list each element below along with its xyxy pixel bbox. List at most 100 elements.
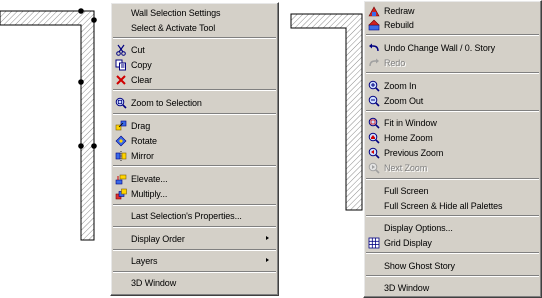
- menu-separator: [366, 178, 539, 180]
- menu-item-label: Full Screen & Hide all Palettes: [384, 200, 503, 211]
- copy-icon: [114, 59, 128, 71]
- menu-item-label: Elevate...: [131, 173, 168, 184]
- zoom-in-icon: [367, 80, 381, 92]
- menu-item-drag[interactable]: Drag: [114, 119, 275, 132]
- menu-item-multiply[interactable]: Multiply...: [114, 187, 275, 200]
- menu-item-label: Rebuild: [384, 19, 414, 30]
- menu-item-label: 3D Window: [131, 277, 177, 288]
- menu-item-label: Display Order: [131, 233, 185, 244]
- rebuild-icon: [367, 19, 381, 31]
- menu-item-full-screen[interactable]: Full Screen: [367, 184, 538, 197]
- redraw-icon: [367, 5, 381, 17]
- menu-item-cut[interactable]: Cut: [114, 43, 275, 56]
- menu-item-elevate[interactable]: Elevate...: [114, 172, 275, 185]
- menu-item-label: Layers: [131, 255, 158, 266]
- selection-handle[interactable]: [91, 17, 97, 23]
- menu-item-label: Fit in Window: [384, 117, 437, 128]
- menu-item-label: Next Zoom: [384, 162, 428, 173]
- selection-handle[interactable]: [78, 143, 84, 149]
- drag-icon: [114, 120, 128, 132]
- menu-separator: [113, 165, 276, 167]
- scissors-icon: [114, 44, 128, 56]
- menu-item-label: Display Options...: [384, 222, 453, 233]
- submenu-arrow-icon: [266, 258, 269, 262]
- menu-item-label: Show Ghost Story: [384, 260, 455, 271]
- menu-item-display-order[interactable]: Display Order: [114, 232, 275, 245]
- zoom-out-icon: [367, 95, 381, 107]
- menu-item-label: 3D Window: [384, 282, 430, 293]
- menu-item-fit-in-window[interactable]: Fit in Window: [367, 116, 538, 129]
- menu-item-last-selections-properties[interactable]: Last Selection's Properties...: [114, 209, 275, 222]
- menu-item-label: Zoom Out: [384, 95, 424, 106]
- menu-item-home-zoom[interactable]: Home Zoom: [367, 131, 538, 144]
- menu-separator: [366, 110, 539, 112]
- menu-item-label: Full Screen: [384, 185, 429, 196]
- menu-item-undo[interactable]: Undo Change Wall / 0. Story: [367, 41, 538, 54]
- menu-separator: [113, 226, 276, 228]
- selection-handle[interactable]: [91, 143, 97, 149]
- submenu-arrow-icon: [266, 236, 269, 240]
- menu-separator: [366, 275, 539, 277]
- menu-separator: [366, 34, 539, 36]
- selected-wall[interactable]: [0, 8, 97, 241]
- menu-item-zoom-to-selection[interactable]: Zoom to Selection: [114, 96, 275, 109]
- menu-item-label: Zoom In: [384, 80, 417, 91]
- menu-item-label: Drag: [131, 120, 151, 131]
- menu-item-label: Copy: [131, 59, 152, 70]
- previous-zoom-icon: [367, 147, 381, 159]
- menu-item-clear[interactable]: Clear: [114, 73, 275, 86]
- menu-item-label: Redo: [384, 57, 406, 68]
- menu-item-zoom-in[interactable]: Zoom In: [367, 79, 538, 92]
- redo-icon: [367, 57, 381, 69]
- menu-item-mirror[interactable]: Mirror: [114, 149, 275, 162]
- menu-item-label: Previous Zoom: [384, 147, 444, 158]
- menu-item-label: Undo Change Wall / 0. Story: [384, 42, 496, 53]
- selection-context-menu: Wall Selection Settings Select & Activat…: [110, 2, 279, 296]
- menu-item-rotate[interactable]: Rotate: [114, 134, 275, 147]
- clear-x-icon: [114, 74, 128, 86]
- menu-item-label: Grid Display: [384, 237, 432, 248]
- selection-handle[interactable]: [78, 79, 84, 85]
- menu-item-label: Clear: [131, 74, 153, 85]
- menu-item-label: Redraw: [384, 5, 415, 16]
- menu-separator: [113, 37, 276, 39]
- mirror-icon: [114, 150, 128, 162]
- next-zoom-icon: [367, 162, 381, 174]
- menu-item-zoom-out[interactable]: Zoom Out: [367, 94, 538, 107]
- menu-item-3d-window[interactable]: 3D Window: [367, 281, 538, 294]
- menu-item-redraw[interactable]: Redraw: [367, 4, 538, 17]
- fit-in-window-icon: [367, 117, 381, 129]
- menu-item-rebuild[interactable]: Rebuild: [367, 18, 538, 31]
- menu-item-label: Rotate: [131, 135, 157, 146]
- menu-item-wall-selection-settings[interactable]: Wall Selection Settings: [114, 6, 275, 19]
- menu-separator: [366, 215, 539, 217]
- menu-item-copy[interactable]: Copy: [114, 58, 275, 71]
- menu-item-display-options[interactable]: Display Options...: [367, 221, 538, 234]
- menu-item-label: Zoom to Selection: [131, 97, 202, 108]
- view-context-menu: Redraw Rebuild Undo Change Wall / 0. Sto…: [363, 0, 542, 298]
- menu-separator: [113, 113, 276, 115]
- selection-handle[interactable]: [78, 8, 84, 14]
- undo-icon: [367, 42, 381, 54]
- menu-item-label: Last Selection's Properties...: [131, 210, 242, 221]
- menu-item-redo[interactable]: Redo: [367, 56, 538, 69]
- menu-item-label: Cut: [131, 44, 145, 55]
- menu-separator: [366, 72, 539, 74]
- menu-item-next-zoom[interactable]: Next Zoom: [367, 161, 538, 174]
- menu-item-select-activate-tool[interactable]: Select & Activate Tool: [114, 21, 275, 34]
- menu-item-layers[interactable]: Layers: [114, 254, 275, 267]
- menu-item-label: Home Zoom: [384, 132, 433, 143]
- menu-item-show-ghost-story[interactable]: Show Ghost Story: [367, 259, 538, 272]
- menu-item-3d-window[interactable]: 3D Window: [114, 276, 275, 289]
- menu-separator: [113, 204, 276, 206]
- menu-item-grid-display[interactable]: Grid Display: [367, 236, 538, 249]
- menu-item-label: Multiply...: [131, 188, 168, 199]
- elevate-icon: [114, 173, 128, 185]
- grid-display-icon: [367, 237, 381, 249]
- wall[interactable]: [290, 13, 363, 211]
- multiply-icon: [114, 188, 128, 200]
- zoom-to-selection-icon: [114, 97, 128, 109]
- menu-item-full-screen-hide-palettes[interactable]: Full Screen & Hide all Palettes: [367, 199, 538, 212]
- menu-item-previous-zoom[interactable]: Previous Zoom: [367, 146, 538, 159]
- menu-separator: [113, 89, 276, 91]
